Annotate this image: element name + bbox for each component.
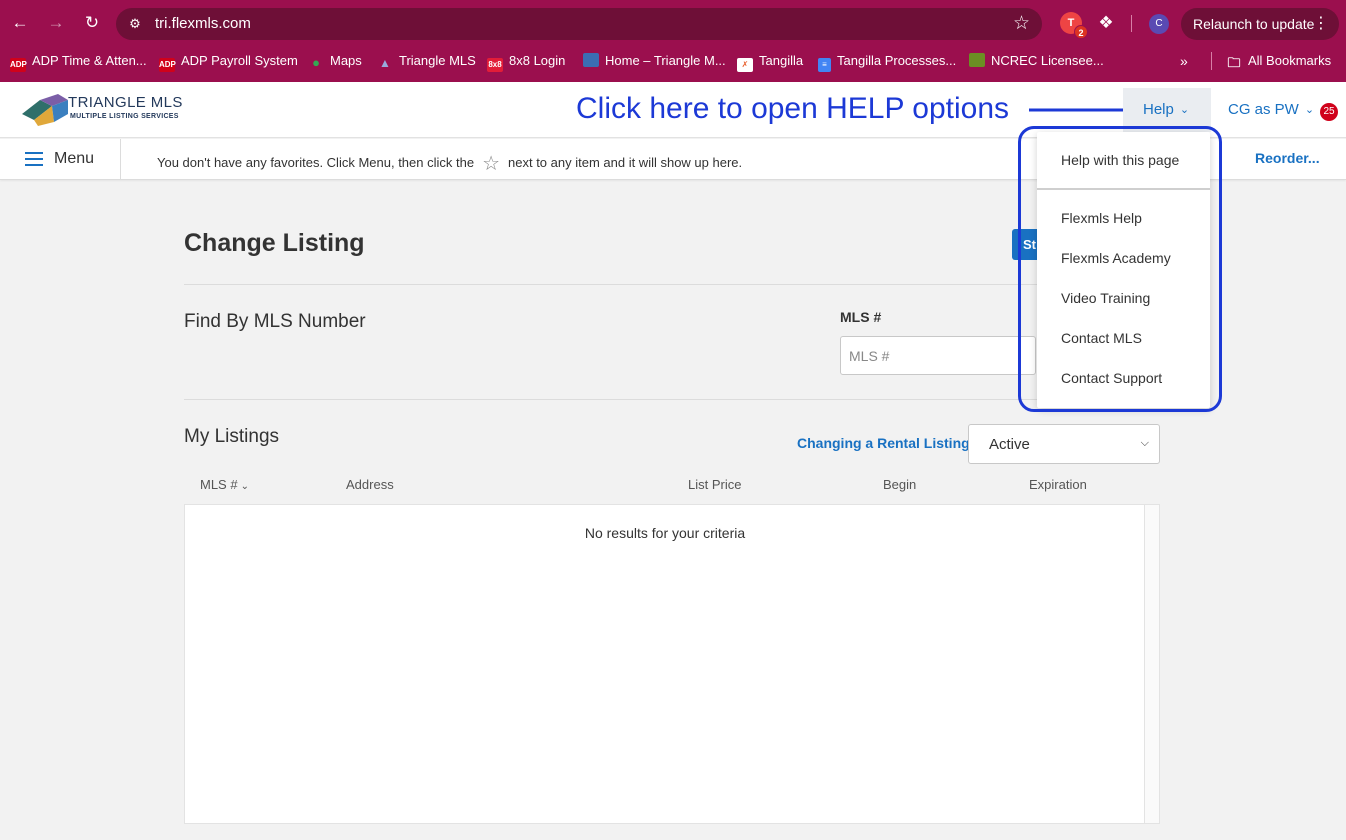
bookmarks-bar: ADP ADP Time & Atten... ADP ADP Payroll Sy… [0,48,1346,74]
column-header-expiration[interactable]: Expiration [1029,477,1087,492]
8x8-icon: 8x8 [487,58,503,72]
relaunch-button[interactable]: Relaunch to update ⋮ [1181,8,1339,40]
section-divider [184,284,1160,285]
bookmark-star-icon[interactable]: ☆ [1013,12,1030,36]
bookmark-item[interactable]: 8x8 8x8 Login [487,48,565,74]
bookmark-item[interactable]: NCREC Licensee... [969,48,1104,74]
triangle-mls-icon: ▲ [379,56,391,70]
favorites-message: You don't have any favorites. Click Menu… [157,153,743,175]
logo-subtext: MULTIPLE LISTING SERVICES [70,113,179,120]
star-outline-icon: ☆ [482,153,501,175]
help-label: Help [1143,101,1174,118]
my-listings-heading: My Listings [184,426,280,447]
chevron-down-icon: ⌵ [1140,437,1149,449]
extension-icon[interactable]: T 2 [1060,12,1088,39]
maps-pin-icon: ● [312,55,320,70]
back-icon[interactable]: ← [7,10,33,36]
adp-icon: ADP [10,58,27,72]
tangilla-icon: ✗ [737,58,753,72]
chevron-down-icon: ⌄ [1304,104,1315,116]
ncrec-icon [969,53,985,67]
chevron-down-icon: ⌄ [1179,104,1190,116]
page-title: Change Listing [184,229,365,257]
reload-icon[interactable]: ↻ [79,10,105,36]
triangle-mls-logo-icon [22,94,68,126]
bookmark-item[interactable]: ✗ Tangilla [737,48,803,74]
bookmark-item[interactable]: ▲ Triangle MLS [377,48,476,74]
extension-badge: 2 [1074,25,1088,39]
bookmarks-divider [1211,52,1212,70]
forward-icon[interactable]: → [43,10,69,36]
mls-number-input[interactable] [840,336,1036,375]
bookmark-item[interactable]: ADP ADP Payroll System [159,48,298,74]
column-header-mls[interactable]: MLS # ⌄ [200,477,249,492]
user-menu-button[interactable]: CG as PW ⌄ [1228,88,1314,132]
mls-number-label: MLS # [840,309,882,325]
menu-button[interactable]: Menu [0,139,121,179]
bookmark-item[interactable]: Home – Triangle M... [583,48,726,74]
bookmark-item[interactable]: ADP ADP Time & Atten... [10,48,147,74]
column-header-address[interactable]: Address [346,477,394,492]
folder-icon: 🗀 [1227,55,1241,70]
triangle-mls-logo[interactable]: TRIANGLE MLS MULTIPLE LISTING SERVICES [22,90,192,130]
more-bookmarks-icon[interactable]: » [1180,48,1188,74]
docs-icon: ≡ [818,58,831,72]
find-by-mls-heading: Find By MLS Number [184,311,366,332]
annotation-highlight-outline [1018,126,1222,412]
column-header-list-price[interactable]: List Price [688,477,741,492]
notification-badge[interactable]: 25 [1320,103,1338,121]
all-bookmarks-button[interactable]: 🗀 All Bookmarks [1226,48,1331,74]
status-select[interactable]: Active ⌵ [968,424,1160,464]
logo-text: TRIANGLE MLS [68,94,183,111]
sort-chevron-icon: ⌄ [240,481,249,492]
adp-icon: ADP [159,58,176,72]
status-selected-value: Active [989,436,1030,453]
section-divider [184,399,1160,400]
profile-avatar[interactable]: C [1149,14,1169,34]
listings-table-header: MLS # ⌄ Address List Price Begin Expirati… [184,474,1160,500]
annotation-text: Click here to open HELP options [576,92,1010,125]
bookmark-item[interactable]: ≡ Tangilla Processes... [818,48,956,74]
browser-chrome: ← → ↻ ⚙ tri.flexmls.com ☆ T 2 ❖ C Relaun… [0,0,1346,82]
menu-label: Menu [54,150,95,167]
url-text: tri.flexmls.com [155,15,251,32]
address-bar[interactable]: ⚙ tri.flexmls.com ☆ [116,8,1042,40]
rental-listing-link[interactable]: Changing a Rental Listing? [797,435,978,451]
reorder-link[interactable]: Reorder... [1255,150,1320,166]
user-label: CG as PW [1228,101,1299,118]
site-settings-icon[interactable]: ⚙ [126,15,144,33]
table-scrollbar[interactable] [1144,505,1159,823]
bookmark-item[interactable]: ● Maps [308,48,362,74]
empty-state-message: No results for your criteria [584,525,746,541]
relaunch-label: Relaunch to update [1193,16,1315,32]
triangle-mls-icon [583,53,599,67]
listings-table-body: No results for your criteria [184,504,1160,824]
toolbar-divider [1131,15,1132,32]
hamburger-icon [25,152,43,166]
extensions-puzzle-icon[interactable]: ❖ [1095,12,1117,34]
kebab-menu-icon: ⋮ [1313,15,1329,32]
column-header-begin[interactable]: Begin [883,477,916,492]
